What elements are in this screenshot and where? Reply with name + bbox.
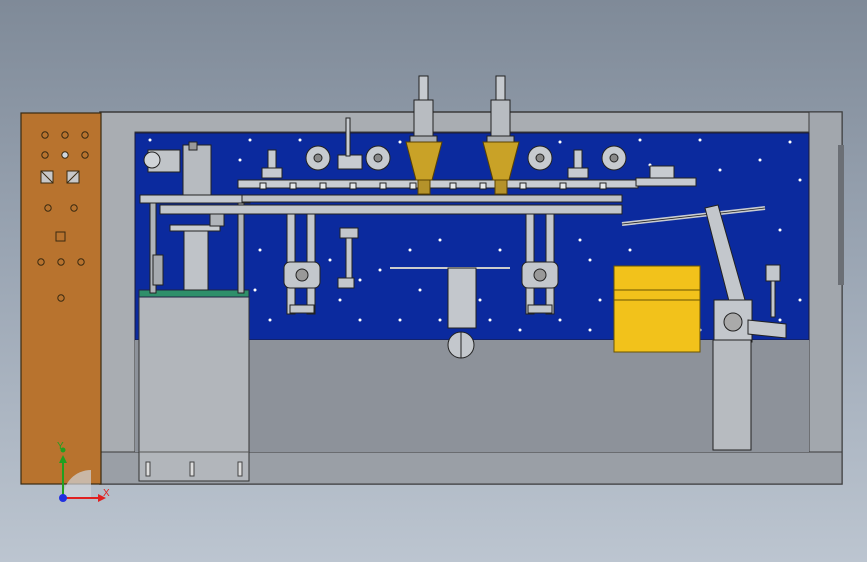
triad-z-axis: [59, 494, 67, 502]
yellow-box: [613, 265, 701, 353]
triad-x-label: X: [103, 488, 110, 499]
drive-cabinet: [138, 289, 250, 482]
cad-3d-viewport[interactable]: X Y: [0, 0, 867, 562]
triad-y-label: Y: [57, 441, 64, 452]
electrical-side-panel: [20, 112, 102, 485]
